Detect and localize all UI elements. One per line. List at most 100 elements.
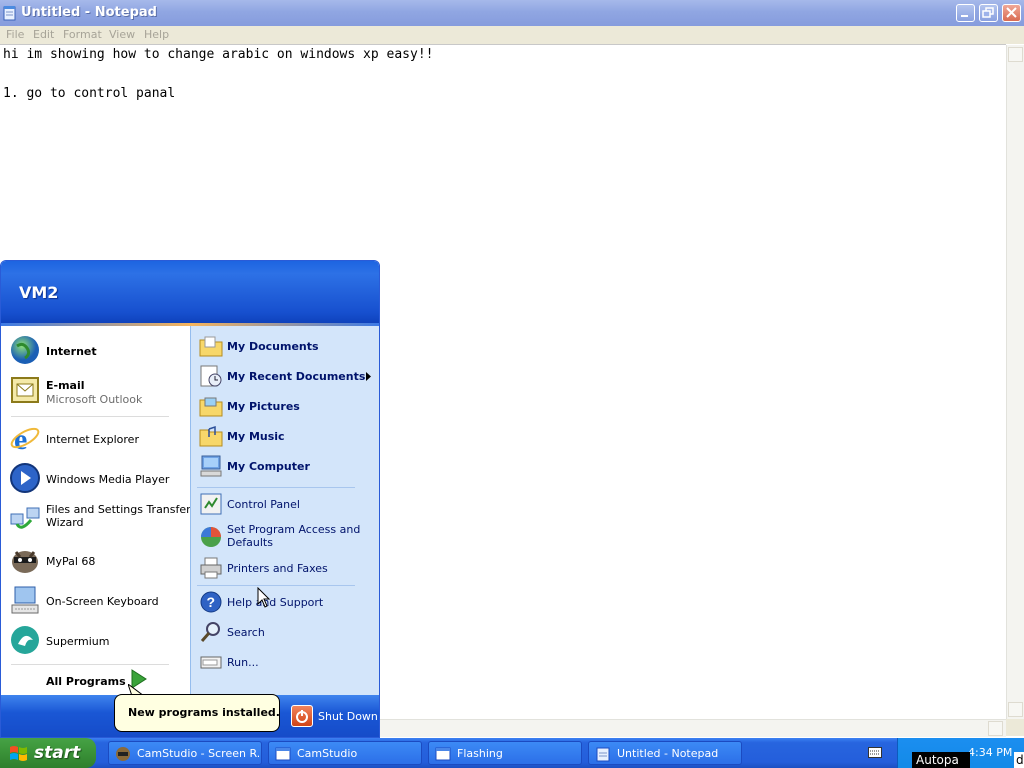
taskbar-button-label: CamStudio [297, 747, 358, 760]
keyboard-layout-icon[interactable] [868, 747, 882, 758]
start-menu-header: VM2 [1, 261, 379, 325]
camstudio-icon [116, 747, 130, 761]
restore-icon [982, 7, 994, 18]
menu-format[interactable]: Format [63, 28, 102, 41]
shut-down-label: Shut Down [318, 710, 378, 723]
taskbar-button-flashing[interactable]: Flashing [428, 741, 582, 765]
resize-grip[interactable] [1006, 719, 1024, 736]
start-item-label: E-mail [46, 379, 85, 392]
place-label: Set Program Access and [227, 523, 361, 536]
internet-explorer-icon: e [10, 423, 40, 454]
start-item-label-line2: Wizard [46, 516, 84, 529]
place-control-panel[interactable]: Control Panel [199, 492, 377, 518]
folder-icon [199, 336, 223, 357]
place-help-support[interactable]: ? Help and Support [199, 590, 377, 616]
minimize-icon [961, 15, 968, 17]
start-menu: VM2 Internet E-mail Microsoft Outlook e … [0, 260, 380, 738]
submenu-arrow-icon [366, 372, 371, 381]
help-icon: ? [200, 591, 222, 613]
scroll-down-arrow[interactable] [1008, 702, 1023, 717]
keyboard-icon [11, 586, 39, 614]
start-item-internet[interactable]: Internet [7, 334, 187, 368]
clock[interactable]: 4:34 PM [968, 746, 1012, 759]
new-programs-balloon[interactable]: New programs installed. [114, 694, 280, 732]
restore-button[interactable] [979, 4, 998, 22]
start-item-media-player[interactable]: Windows Media Player [7, 462, 187, 496]
minimize-button[interactable] [956, 4, 975, 22]
menu-file[interactable]: File [6, 28, 24, 41]
start-item-label: MyPal 68 [46, 555, 96, 568]
menu-bar: File Edit Format View Help [0, 26, 1024, 44]
windows-logo-icon [10, 746, 27, 761]
notepad-icon [596, 747, 610, 762]
start-item-internet-explorer[interactable]: e Internet Explorer [7, 422, 187, 456]
menu-view[interactable]: View [109, 28, 135, 41]
computer-icon [200, 455, 222, 477]
overlay-text: Autopa [916, 753, 959, 767]
place-printers-faxes[interactable]: Printers and Faxes [199, 556, 377, 582]
start-item-email[interactable]: E-mail Microsoft Outlook [7, 374, 187, 410]
place-label: My Documents [227, 340, 319, 353]
start-button[interactable]: start [0, 738, 96, 768]
mypal-icon [12, 551, 38, 573]
shut-down-button[interactable]: Shut Down [291, 705, 378, 729]
place-label-line2: Defaults [227, 536, 273, 549]
transfer-wizard-icon [10, 507, 40, 529]
svg-text:?: ? [207, 594, 216, 610]
internet-globe-icon [11, 336, 39, 364]
menu-help[interactable]: Help [144, 28, 169, 41]
start-item-label: Files and Settings Transfer [46, 503, 191, 516]
menu-edit[interactable]: Edit [33, 28, 54, 41]
program-access-icon [201, 527, 221, 547]
place-set-program-access[interactable]: Set Program Access and Defaults [199, 522, 377, 552]
printer-icon [200, 557, 222, 579]
place-label: Run... [227, 656, 259, 669]
place-my-documents[interactable]: My Documents [199, 334, 377, 360]
place-my-recent-documents[interactable]: My Recent Documents [199, 364, 377, 390]
scroll-up-arrow[interactable] [1008, 47, 1023, 62]
scroll-right-arrow[interactable] [988, 721, 1003, 736]
place-label: My Recent Documents [227, 370, 366, 383]
balloon-text: New programs installed. [128, 706, 280, 719]
start-item-transfer-wizard[interactable]: Files and Settings Transfer Wizard [7, 502, 191, 538]
media-player-icon [10, 463, 40, 493]
run-icon [200, 656, 222, 669]
place-label: My Music [227, 430, 285, 443]
start-item-mypal[interactable]: MyPal 68 [7, 544, 187, 578]
taskbar-button-notepad[interactable]: Untitled - Notepad [588, 741, 742, 765]
start-item-label: Internet [46, 345, 97, 358]
power-icon [291, 705, 313, 727]
taskbar-button-label: Untitled - Notepad [617, 747, 719, 760]
folder-icon [199, 397, 223, 417]
separator [197, 487, 355, 488]
start-item-label: Supermium [46, 635, 110, 648]
place-my-music[interactable]: My Music [199, 424, 377, 450]
all-programs-label[interactable]: All Programs [46, 675, 126, 688]
folder-icon [199, 425, 223, 447]
place-my-pictures[interactable]: My Pictures [199, 394, 377, 420]
place-my-computer[interactable]: My Computer [199, 454, 377, 480]
title-bar[interactable]: Untitled - Notepad [0, 0, 1024, 26]
taskbar-button-camstudio-recorder[interactable]: CamStudio - Screen R... [108, 741, 262, 765]
start-item-supermium[interactable]: Supermium [7, 624, 187, 658]
place-search[interactable]: Search [199, 620, 377, 646]
place-run[interactable]: Run... [199, 650, 377, 676]
taskbar-button-camstudio[interactable]: CamStudio [268, 741, 422, 765]
place-label: My Computer [227, 460, 310, 473]
start-item-label: On-Screen Keyboard [46, 595, 159, 608]
vertical-scrollbar[interactable] [1006, 45, 1024, 719]
close-button[interactable] [1002, 4, 1021, 22]
notepad-icon [3, 6, 16, 21]
separator [11, 416, 169, 417]
place-label: Search [227, 626, 265, 639]
window-icon [275, 747, 291, 761]
window-icon [435, 747, 451, 761]
place-label: My Pictures [227, 400, 300, 413]
start-item-on-screen-keyboard[interactable]: On-Screen Keyboard [7, 584, 187, 618]
place-label: Printers and Faxes [227, 562, 328, 575]
separator [197, 585, 355, 586]
supermium-icon [11, 626, 39, 654]
overlay-label-2: d [1014, 752, 1024, 768]
mouse-cursor-icon [257, 587, 271, 608]
editor-line: hi im showing how to change arabic on wi… [3, 47, 434, 62]
